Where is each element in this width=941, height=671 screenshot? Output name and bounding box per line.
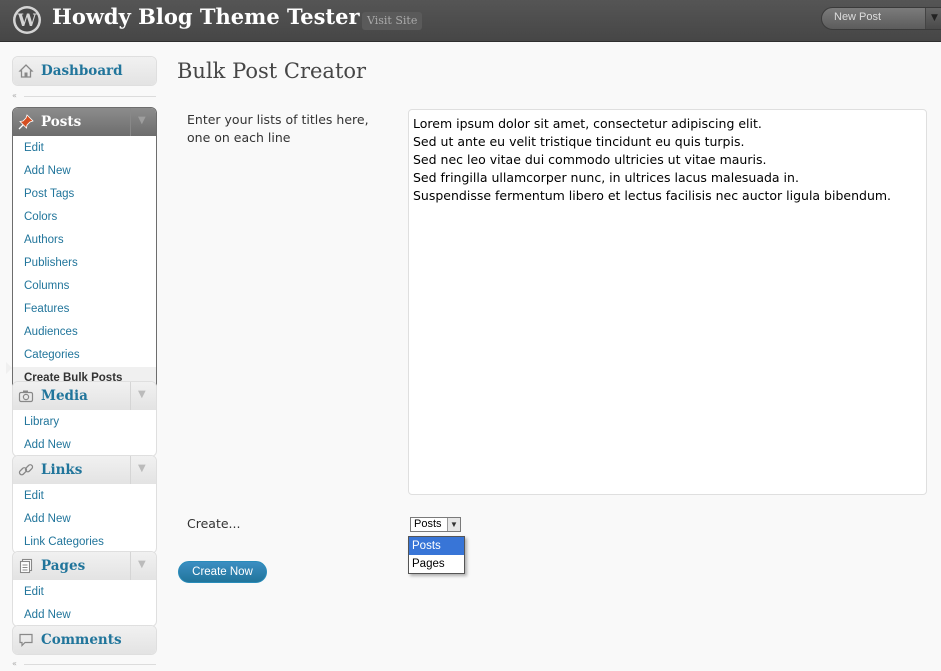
favorite-actions-dropdown[interactable]: New Post ▼ [821,7,941,30]
submenu-posts-features[interactable]: Features [13,297,156,320]
submenu-posts-publishers[interactable]: Publishers [13,251,156,274]
menu-dashboard[interactable]: Dashboard [12,56,157,86]
visit-site-button[interactable]: Visit Site [362,12,423,30]
menu-pages-toggle[interactable]: ▼ [130,552,156,580]
menu-comments-label: Comments [41,632,122,648]
titles-textarea[interactable]: Lorem ipsum dolor sit amet, consectetur … [408,109,927,495]
favorite-actions-label[interactable]: New Post [834,11,881,23]
titles-textarea-content[interactable]: Lorem ipsum dolor sit amet, consectetur … [413,115,891,205]
submenu-pages-edit[interactable]: Edit [13,580,156,603]
favorite-actions-toggle[interactable]: ▼ [925,8,941,29]
submenu-posts-authors[interactable]: Authors [13,228,156,251]
chevron-down-icon: ▼ [138,115,146,126]
post-type-option-posts[interactable]: Posts [409,537,464,555]
menu-links[interactable]: Links ▼ Edit Add New Link Categories [12,455,157,554]
menu-links-label: Links [41,462,83,478]
post-type-dropdown-list[interactable]: Posts Pages [408,536,465,574]
post-type-select-value[interactable]: Posts [414,518,442,531]
submenu-links-add-new[interactable]: Add New [13,507,156,530]
chevron-down-icon: ▼ [138,559,146,570]
separator [24,664,156,665]
house-icon [18,64,34,78]
submenu-links-link-categories[interactable]: Link Categories [13,530,156,553]
svg-text:W: W [16,11,37,31]
submenu-posts-edit[interactable]: Edit [13,136,156,159]
submenu-posts-categories[interactable]: Categories [13,343,156,366]
create-type-label: Create... [187,516,241,531]
menu-posts[interactable]: Posts ▼ Edit Add New Post Tags Colors Au… [12,107,157,390]
menu-media[interactable]: Media ▼ Library Add New [12,381,157,457]
submenu-posts-post-tags[interactable]: Post Tags [13,182,156,205]
post-type-select[interactable]: Posts ▼ [410,517,461,532]
separator [24,96,156,97]
documents-icon [19,558,33,574]
submenu-posts-audiences[interactable]: Audiences [13,320,156,343]
chain-link-icon [18,464,34,476]
menu-pages[interactable]: Pages ▼ Edit Add New [12,551,157,627]
submenu-links-edit[interactable]: Edit [13,484,156,507]
submenu-posts-columns[interactable]: Columns [13,274,156,297]
menu-pages-label: Pages [41,558,86,574]
page-title: Bulk Post Creator [177,59,367,83]
menu-posts-toggle[interactable]: ▼ [130,108,156,136]
current-page-pointer [6,362,12,374]
submenu-posts-colors[interactable]: Colors [13,205,156,228]
collapse-arrow-icon[interactable]: « [12,91,22,101]
post-type-select-button[interactable]: ▼ [447,518,460,531]
submenu-media-add-new[interactable]: Add New [13,433,156,456]
site-title: Howdy Blog Theme Tester [52,4,360,29]
chevron-down-icon: ▼ [450,520,458,529]
menu-media-head[interactable]: Media ▼ [13,382,156,410]
submenu-media-library[interactable]: Library [13,410,156,433]
speech-bubble-icon [19,633,33,647]
post-type-option-pages[interactable]: Pages [409,555,464,573]
create-now-button[interactable]: Create Now [178,561,267,583]
admin-header: W Howdy Blog Theme Tester Visit Site New… [0,0,941,42]
camera-icon [18,390,34,403]
titles-field-label: Enter your lists of titles here, one on … [187,112,369,145]
pushpin-icon [18,114,34,130]
menu-pages-head[interactable]: Pages ▼ [13,552,156,580]
menu-links-head[interactable]: Links ▼ [13,456,156,484]
collapse-arrow-icon[interactable]: « [12,659,22,669]
menu-comments-head[interactable]: Comments [13,626,156,654]
wordpress-logo-icon[interactable]: W [12,5,42,35]
chevron-down-icon: ▼ [138,463,146,474]
menu-posts-head[interactable]: Posts ▼ [13,108,156,136]
menu-dashboard-head[interactable]: Dashboard [13,57,156,85]
chevron-down-icon: ▼ [931,13,938,23]
menu-comments[interactable]: Comments [12,625,157,655]
menu-links-toggle[interactable]: ▼ [130,456,156,484]
menu-posts-label: Posts [41,114,82,130]
submenu-pages-add-new[interactable]: Add New [13,603,156,626]
menu-dashboard-label: Dashboard [41,63,123,79]
chevron-down-icon: ▼ [138,389,146,400]
menu-media-toggle[interactable]: ▼ [130,382,156,410]
menu-media-label: Media [41,388,88,404]
submenu-posts-add-new[interactable]: Add New [13,159,156,182]
